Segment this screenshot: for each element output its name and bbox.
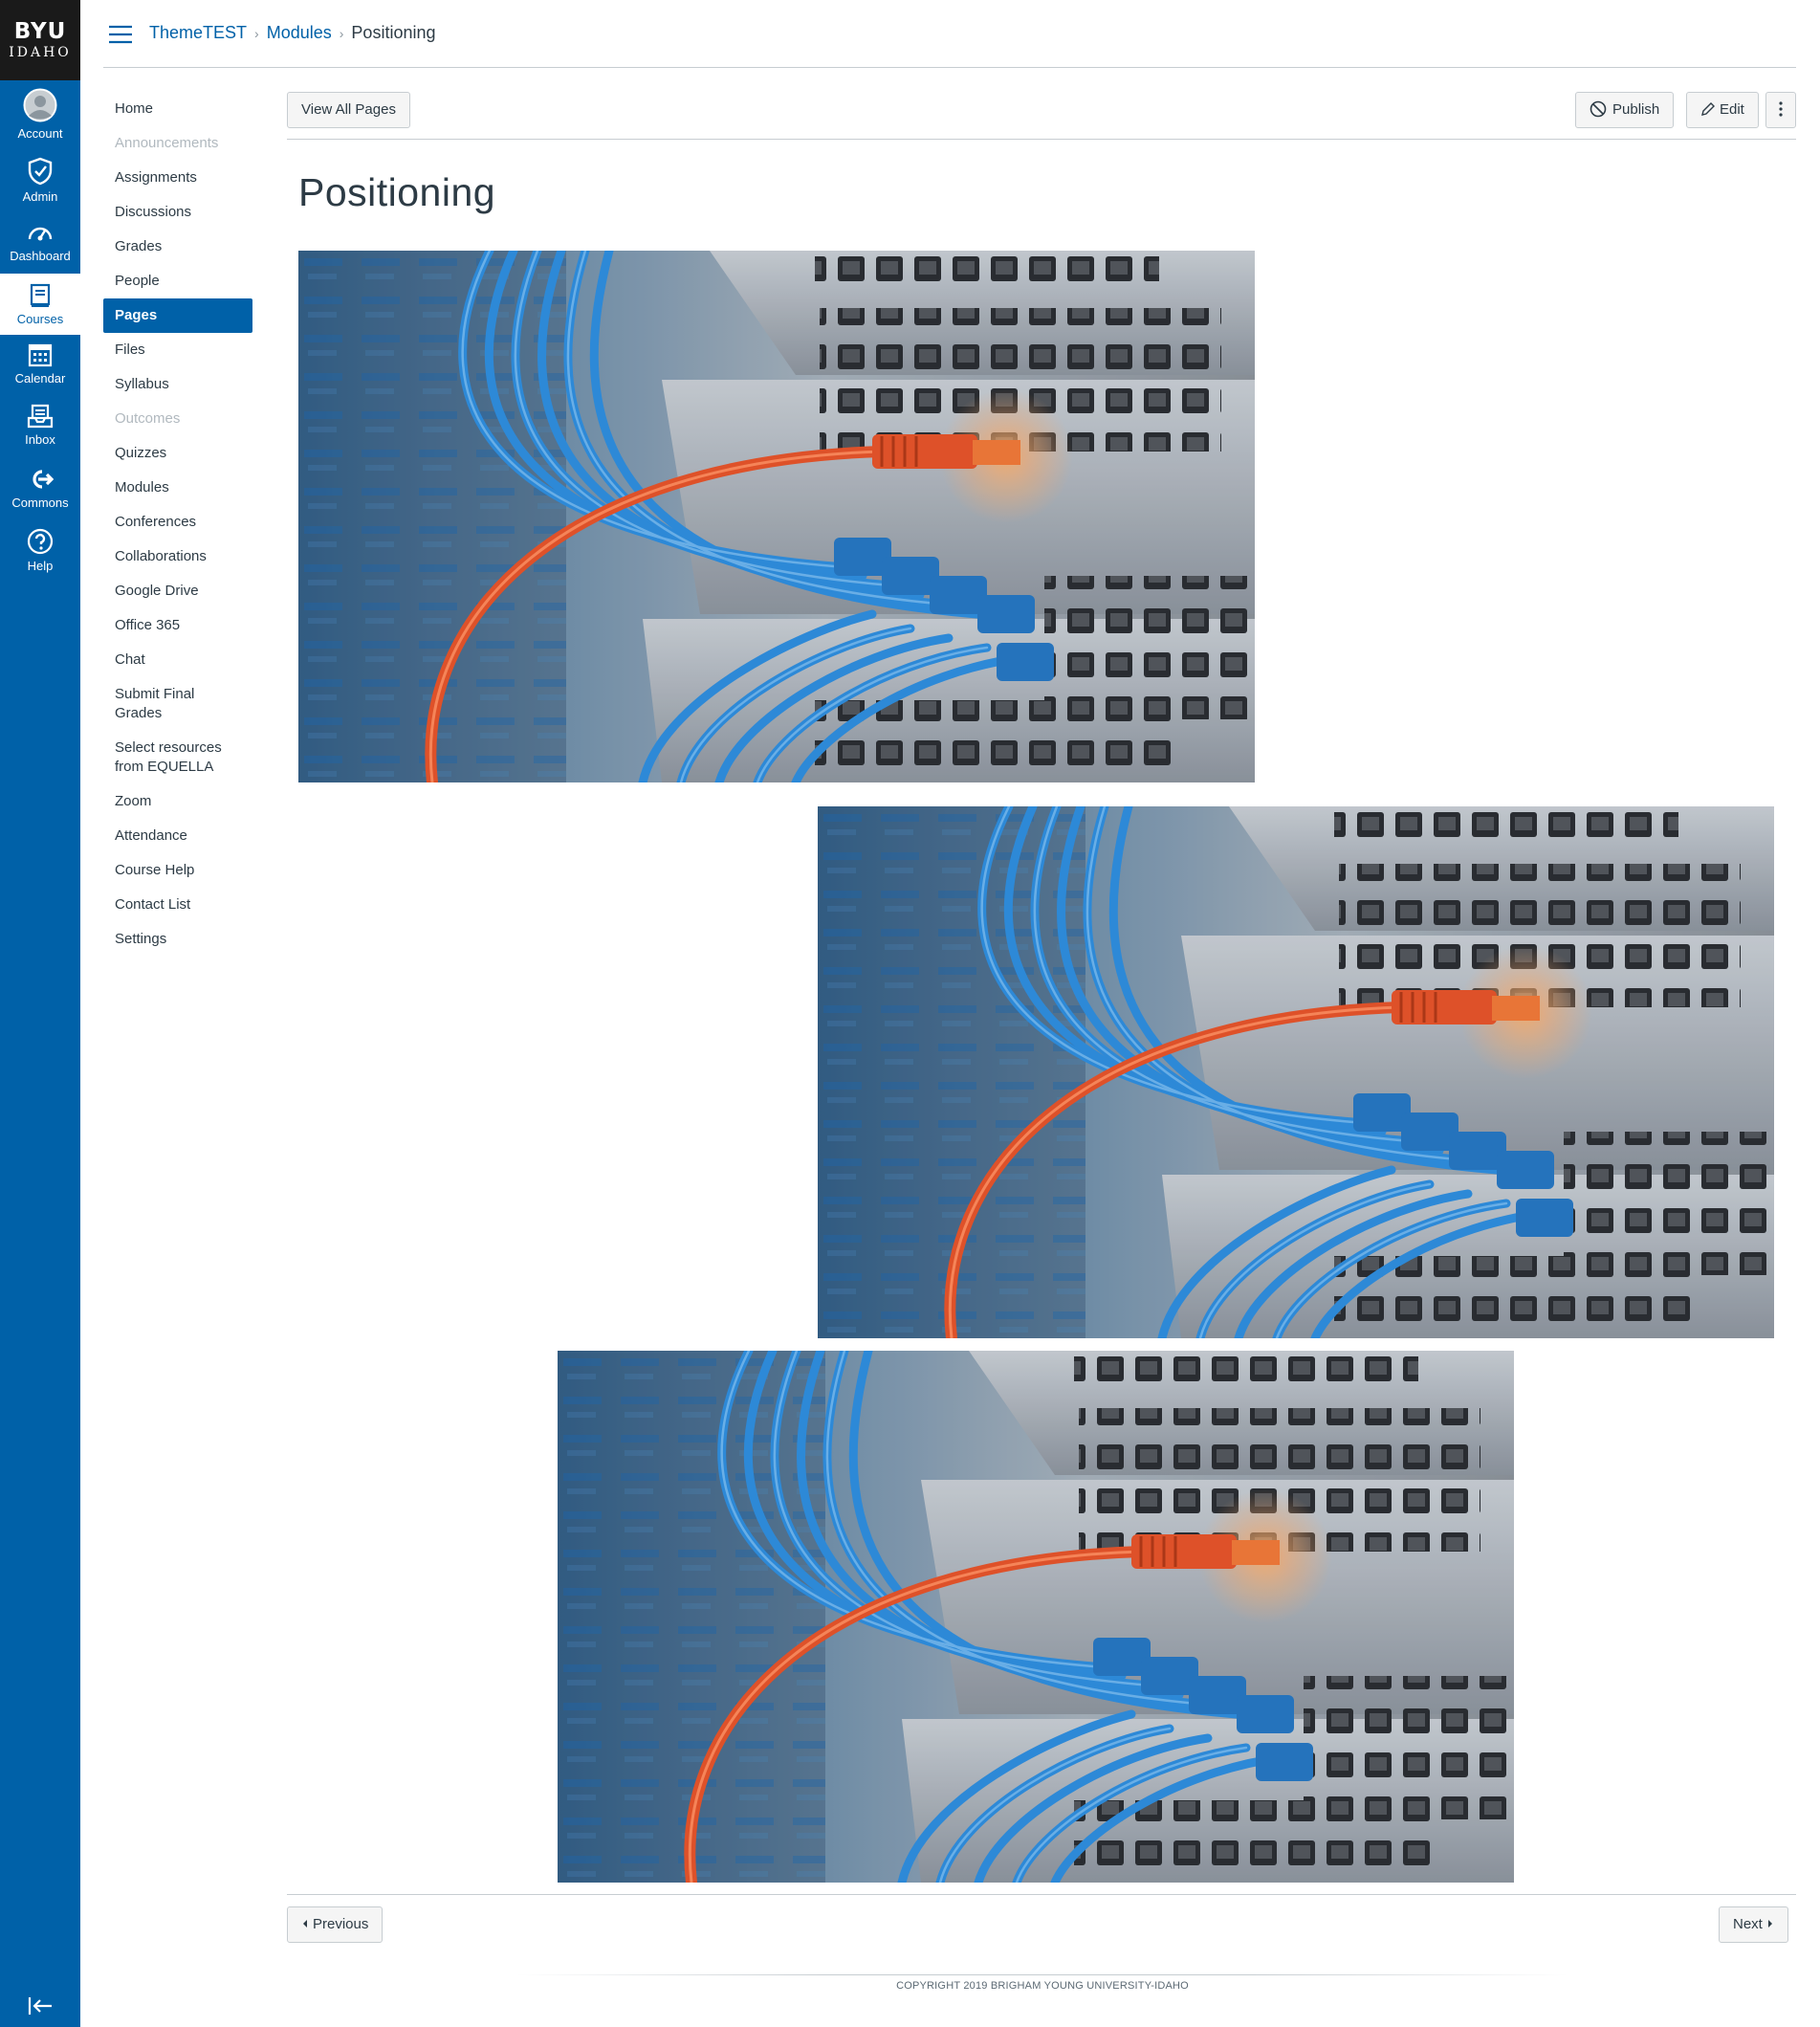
previous-button[interactable]: Previous [287, 1906, 384, 1943]
course-nav-discussions[interactable]: Discussions [103, 203, 252, 222]
publish-button[interactable]: Publish [1575, 92, 1675, 128]
chevron-right-icon: › [339, 26, 344, 41]
course-nav-zoom[interactable]: Zoom [103, 792, 252, 811]
global-nav-calendar[interactable]: Calendar [0, 342, 80, 396]
page-title: Positioning [298, 170, 496, 214]
global-nav-label: Help [27, 559, 54, 573]
course-nav-outcomes[interactable]: Outcomes [103, 409, 252, 429]
breadcrumb-current: Positioning [351, 23, 436, 42]
breadcrumb-modules-link[interactable]: Modules [267, 23, 332, 42]
course-nav-office-365[interactable]: Office 365 [103, 616, 252, 635]
shield-icon [28, 157, 53, 186]
global-nav-courses[interactable]: Courses [0, 274, 80, 335]
network-cables-image-right [818, 806, 1774, 1338]
course-nav-chat[interactable]: Chat [103, 650, 252, 670]
chevron-right-icon: › [254, 26, 259, 41]
global-nav-label: Calendar [14, 371, 66, 386]
course-nav-collaborations[interactable]: Collaborations [103, 547, 252, 566]
book-icon [30, 283, 51, 307]
hamburger-menu-icon[interactable] [107, 24, 134, 45]
edit-label: Edit [1720, 101, 1744, 118]
avatar-icon [23, 88, 57, 122]
pencil-icon [1701, 101, 1715, 116]
edit-button[interactable]: Edit [1686, 92, 1759, 128]
course-nav-modules[interactable]: Modules [103, 478, 252, 497]
inbox-icon [27, 404, 54, 429]
speedometer-icon [28, 227, 53, 241]
global-nav-account[interactable]: Account [0, 88, 80, 145]
global-nav-commons[interactable]: Commons [0, 467, 80, 520]
global-nav-label: Inbox [25, 432, 55, 447]
course-nav-equella[interactable]: Select resources from EQUELLA [103, 738, 252, 777]
course-nav-home[interactable]: Home [103, 99, 252, 119]
caret-left-icon [303, 1919, 307, 1928]
previous-label: Previous [313, 1916, 369, 1932]
kebab-menu-icon [1779, 100, 1783, 117]
network-cables-image-left [298, 251, 1255, 782]
publish-label: Publish [1612, 101, 1660, 118]
more-options-button[interactable] [1765, 92, 1796, 128]
question-icon [27, 528, 54, 555]
next-button[interactable]: Next [1719, 1906, 1788, 1943]
course-nav-grades[interactable]: Grades [103, 237, 252, 256]
collapse-arrow-icon[interactable] [27, 1995, 54, 2016]
course-nav-people[interactable]: People [103, 272, 252, 291]
course-nav-contact-list[interactable]: Contact List [103, 895, 252, 914]
next-label: Next [1733, 1916, 1763, 1932]
course-nav-syllabus[interactable]: Syllabus [103, 375, 252, 394]
commons-icon [33, 470, 54, 489]
global-nav-admin[interactable]: Admin [0, 157, 80, 210]
course-nav-conferences[interactable]: Conferences [103, 513, 252, 532]
global-nav-label: Courses [16, 312, 64, 326]
course-nav-submit-final-grades[interactable]: Submit Final Grades [103, 685, 252, 723]
course-nav-course-help[interactable]: Course Help [103, 861, 252, 880]
global-nav-dashboard[interactable]: Dashboard [0, 220, 80, 274]
caret-right-icon [1767, 1919, 1772, 1928]
global-nav-inbox[interactable]: Inbox [0, 404, 80, 457]
toolbar-divider [287, 139, 1796, 140]
course-nav-announcements[interactable]: Announcements [103, 134, 252, 153]
course-nav-google-drive[interactable]: Google Drive [103, 582, 252, 601]
copyright-text: COPYRIGHT 2019 BRIGHAM YOUNG UNIVERSITY-… [896, 1980, 1189, 1992]
breadcrumb: ThemeTEST › Modules › Positioning [149, 23, 435, 43]
byu-idaho-logo[interactable]: BYU IDAHO [0, 0, 80, 80]
global-nav-label: Commons [11, 496, 69, 510]
course-nav-pages[interactable]: Pages [103, 298, 252, 333]
course-nav-assignments[interactable]: Assignments [103, 168, 252, 187]
calendar-icon [28, 343, 53, 367]
course-nav-attendance[interactable]: Attendance [103, 826, 252, 846]
header-divider [103, 67, 1796, 68]
global-nav-label: Account [17, 126, 63, 141]
global-nav-label: Dashboard [10, 249, 71, 263]
global-navigation: BYU IDAHO Account Admin Dashboard Course… [0, 0, 80, 2027]
network-cables-image-center [558, 1351, 1514, 1883]
unpublished-icon [1590, 100, 1607, 117]
course-nav-quizzes[interactable]: Quizzes [103, 444, 252, 463]
footer-divider [516, 1974, 1568, 1975]
global-nav-label: Admin [22, 189, 58, 204]
course-nav-settings[interactable]: Settings [103, 930, 252, 949]
logo-text-line1: BYU [13, 19, 67, 44]
breadcrumb-course-link[interactable]: ThemeTEST [149, 23, 247, 42]
view-all-pages-label: View All Pages [301, 101, 396, 118]
view-all-pages-button[interactable]: View All Pages [287, 92, 410, 128]
content-divider [287, 1894, 1796, 1895]
course-nav-files[interactable]: Files [103, 341, 252, 360]
global-nav-help[interactable]: Help [0, 528, 80, 582]
logo-text-line2: IDAHO [9, 45, 72, 60]
